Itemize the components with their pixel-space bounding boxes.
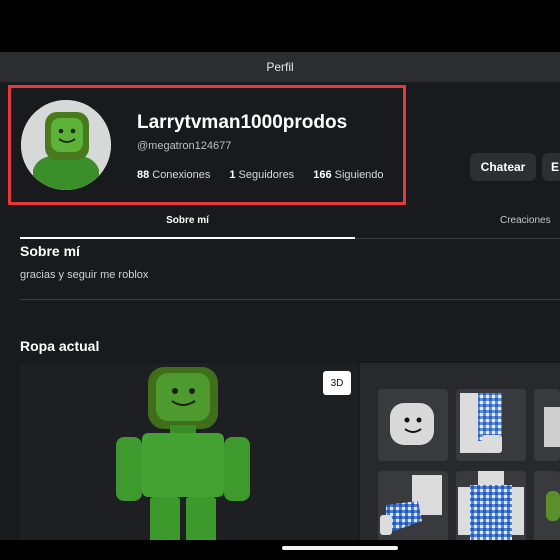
connections-count: 88 [137,169,150,181]
home-indicator[interactable] [282,546,398,550]
followers-count: 1 [229,169,236,181]
outfit-item-extra-bottom[interactable] [534,471,560,540]
about-description: gracias y seguir me roblox [20,269,149,281]
roblox-head-icon [378,389,448,461]
blue-arm-icon [378,471,448,540]
extra-item-icon [534,389,560,461]
profile-content[interactable]: Larrytvman1000prodos @megatron124677 88 C… [0,83,560,540]
view-3d-toggle-button[interactable]: 3D [323,371,351,395]
chat-button[interactable]: Chatear [470,153,536,181]
profile-stats: 88 Conexiones 1 Seguidores 166 Siguiendo [137,169,400,181]
outfit-heading: Ropa actual [20,338,100,354]
connections-stat[interactable]: 88 Conexiones [137,169,210,181]
tab-creations[interactable]: Creaciones [500,215,551,226]
section-divider [20,299,560,300]
status-bar [0,0,560,52]
outfit-items-grid [360,363,560,540]
display-name: Larrytvman1000prodos [137,112,348,133]
following-count: 166 [313,169,332,181]
outfit-item-blue-arm[interactable] [378,471,448,540]
avatar-figure-icon [20,363,358,540]
avatar-3d-preview[interactable]: 3D [20,363,358,540]
about-heading: Sobre mí [20,243,80,259]
outfit-item-extra-top[interactable] [534,389,560,461]
following-label: Siguiendo [334,169,384,181]
followers-stat[interactable]: 1 Seguidores [229,169,294,181]
outfit-item-head[interactable] [378,389,448,461]
profile-header-highlight: Larrytvman1000prodos @megatron124677 88 C… [8,85,406,205]
top-bar: Perfil [0,52,560,83]
profile-tabs: Sobre mí Creaciones [20,209,560,239]
outfit-item-plaid-arm[interactable] [456,389,526,461]
plaid-arm-icon [456,389,526,461]
active-tab-indicator [20,237,355,239]
avatar[interactable] [21,100,111,190]
tab-about[interactable]: Sobre mí [20,215,355,226]
username-handle: @megatron124677 [137,140,232,152]
page-title: Perfil [266,60,294,74]
green-hood-icon [534,471,560,540]
system-navigation-bar [0,540,560,560]
outfit-item-plaid-shirt[interactable] [456,471,526,540]
connections-label: Conexiones [152,169,211,181]
followers-label: Seguidores [238,169,295,181]
avatar-headshot-icon [21,100,111,190]
overflow-button[interactable]: E [542,153,560,181]
plaid-shirt-icon [456,471,526,540]
following-stat[interactable]: 166 Siguiendo [313,169,383,181]
